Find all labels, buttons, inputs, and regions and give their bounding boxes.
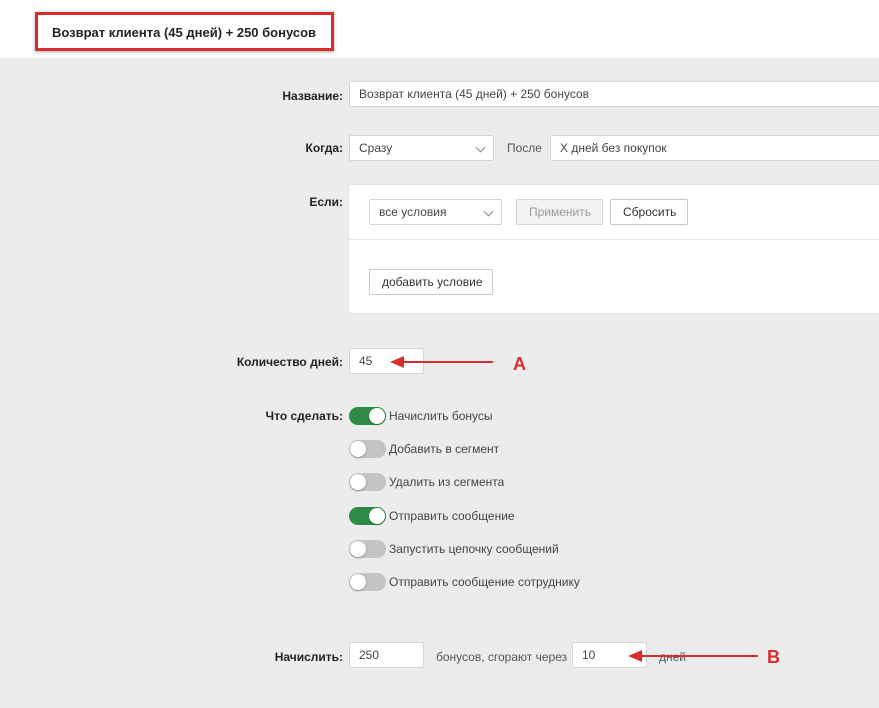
marker-b: B [767, 647, 780, 667]
annotation-overlay [390, 356, 758, 662]
arrow-a-icon [390, 356, 493, 368]
marker-a: A [513, 354, 526, 374]
arrow-b-icon [628, 650, 758, 662]
